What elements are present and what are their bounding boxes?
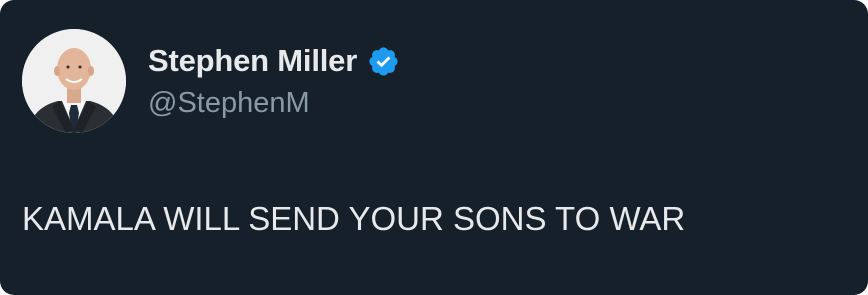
profile-photo — [22, 29, 126, 133]
author-display-name[interactable]: Stephen Miller — [148, 43, 357, 79]
author-handle[interactable]: @StephenM — [148, 87, 310, 120]
verified-badge-icon — [367, 45, 400, 78]
author-name-row: Stephen Miller — [148, 41, 400, 81]
tweet-text: KAMALA WILL SEND YOUR SONS TO WAR — [22, 200, 686, 237]
tweet-card: Stephen Miller @StephenM KAMALA WILL SEN… — [0, 0, 868, 295]
author-avatar[interactable] — [22, 29, 126, 133]
